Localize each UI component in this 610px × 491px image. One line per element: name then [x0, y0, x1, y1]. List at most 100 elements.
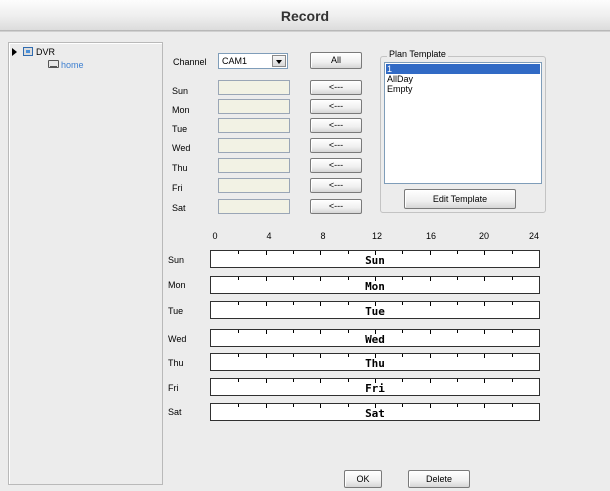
hour-tick [484, 277, 485, 281]
hour-tick [320, 354, 321, 358]
timeline-label-fri: Fri [168, 383, 179, 393]
assign-button-thu[interactable]: <--- [310, 158, 362, 173]
assign-button-sun[interactable]: <--- [310, 80, 362, 95]
assign-button-tue[interactable]: <--- [310, 118, 362, 133]
day-input-sun[interactable] [218, 80, 290, 95]
hour-tick [484, 251, 485, 255]
hour-tick [457, 277, 458, 280]
expand-arrow-icon[interactable] [12, 48, 17, 56]
tree-node-dvr[interactable]: DVR [36, 47, 55, 57]
hour-tick [348, 379, 349, 382]
edit-template-button[interactable]: Edit Template [404, 189, 516, 209]
assign-button-sat[interactable]: <--- [310, 199, 362, 214]
plan-template-list[interactable]: 1 AllDay Empty [384, 62, 542, 184]
day-input-wed[interactable] [218, 138, 290, 153]
hour-tick [293, 404, 294, 407]
hour-tick [402, 354, 403, 357]
plan-template-legend: Plan Template [387, 49, 448, 59]
timeline-bar-sat[interactable]: Sat [210, 403, 540, 421]
day-input-mon[interactable] [218, 99, 290, 114]
timeline-bar-thu[interactable]: Thu [210, 353, 540, 371]
scale-label: 8 [320, 231, 326, 241]
timeline-bar-mon[interactable]: Mon [210, 276, 540, 294]
hour-tick [512, 277, 513, 280]
hour-tick [484, 330, 485, 334]
assign-button-wed[interactable]: <--- [310, 138, 362, 153]
timeline-bar-tue[interactable]: Tue [210, 301, 540, 319]
hour-tick [402, 330, 403, 333]
hour-tick [402, 404, 403, 407]
all-button[interactable]: All [310, 52, 362, 69]
hour-tick [266, 330, 267, 334]
hour-tick [266, 379, 267, 383]
hour-tick [348, 277, 349, 280]
timeline-bar-fri[interactable]: Fri [210, 378, 540, 396]
day-label-fri: Fri [172, 183, 183, 193]
assign-button-mon[interactable]: <--- [310, 99, 362, 114]
plan-item[interactable]: Empty [386, 84, 540, 94]
hour-tick [402, 379, 403, 382]
hour-tick [457, 251, 458, 254]
hour-tick [238, 404, 239, 407]
hour-tick [430, 404, 431, 408]
hour-tick [430, 251, 431, 255]
channel-select-value: CAM1 [222, 56, 248, 66]
hour-tick [430, 302, 431, 306]
channel-label: Channel [173, 57, 207, 67]
scale-label: 16 [425, 231, 436, 241]
hour-tick [375, 330, 376, 334]
hour-tick [238, 379, 239, 382]
hour-tick [375, 251, 376, 255]
hour-tick [293, 251, 294, 254]
hour-tick [348, 302, 349, 305]
hour-tick [457, 404, 458, 407]
timeline-bar-text: Fri [365, 382, 385, 395]
hour-tick [512, 330, 513, 333]
hour-tick [430, 379, 431, 383]
hour-tick [484, 404, 485, 408]
hour-tick [457, 330, 458, 333]
chevron-down-icon[interactable] [272, 55, 286, 67]
hour-tick [484, 379, 485, 383]
hour-tick [266, 404, 267, 408]
day-input-thu[interactable] [218, 158, 290, 173]
hour-tick [320, 302, 321, 306]
device-tree-panel[interactable] [8, 42, 163, 485]
hour-tick [293, 330, 294, 333]
dvr-icon [23, 47, 33, 56]
hour-tick [430, 277, 431, 281]
hour-tick [402, 251, 403, 254]
hour-tick [457, 354, 458, 357]
day-label-sat: Sat [172, 203, 186, 213]
day-input-tue[interactable] [218, 118, 290, 133]
plan-item[interactable]: 1 [386, 64, 540, 74]
day-label-tue: Tue [172, 124, 188, 134]
hour-tick [348, 330, 349, 333]
hour-tick [238, 302, 239, 305]
window-title: Record [280, 8, 330, 24]
day-input-sat[interactable] [218, 199, 290, 214]
hour-tick [238, 251, 239, 254]
day-label-mon: Mon [172, 105, 190, 115]
hour-tick [375, 302, 376, 306]
day-input-fri[interactable] [218, 178, 290, 193]
ok-button[interactable]: OK [344, 470, 382, 488]
hour-tick [512, 302, 513, 305]
hour-tick [457, 302, 458, 305]
tree-node-home[interactable]: home [61, 60, 84, 70]
timeline-bar-text: Sun [365, 254, 385, 267]
timeline-bar-sun[interactable]: Sun [210, 250, 540, 268]
assign-button-fri[interactable]: <--- [310, 178, 362, 193]
hour-tick [512, 404, 513, 407]
hour-tick [375, 277, 376, 281]
hour-tick [375, 404, 376, 408]
hour-tick [484, 354, 485, 358]
timeline-bar-wed[interactable]: Wed [210, 329, 540, 347]
hour-tick [320, 277, 321, 281]
channel-select[interactable]: CAM1 [218, 53, 288, 69]
plan-item[interactable]: AllDay [386, 74, 540, 84]
delete-button[interactable]: Delete [408, 470, 470, 488]
hour-tick [320, 404, 321, 408]
hour-tick [512, 354, 513, 357]
hour-tick [238, 354, 239, 357]
